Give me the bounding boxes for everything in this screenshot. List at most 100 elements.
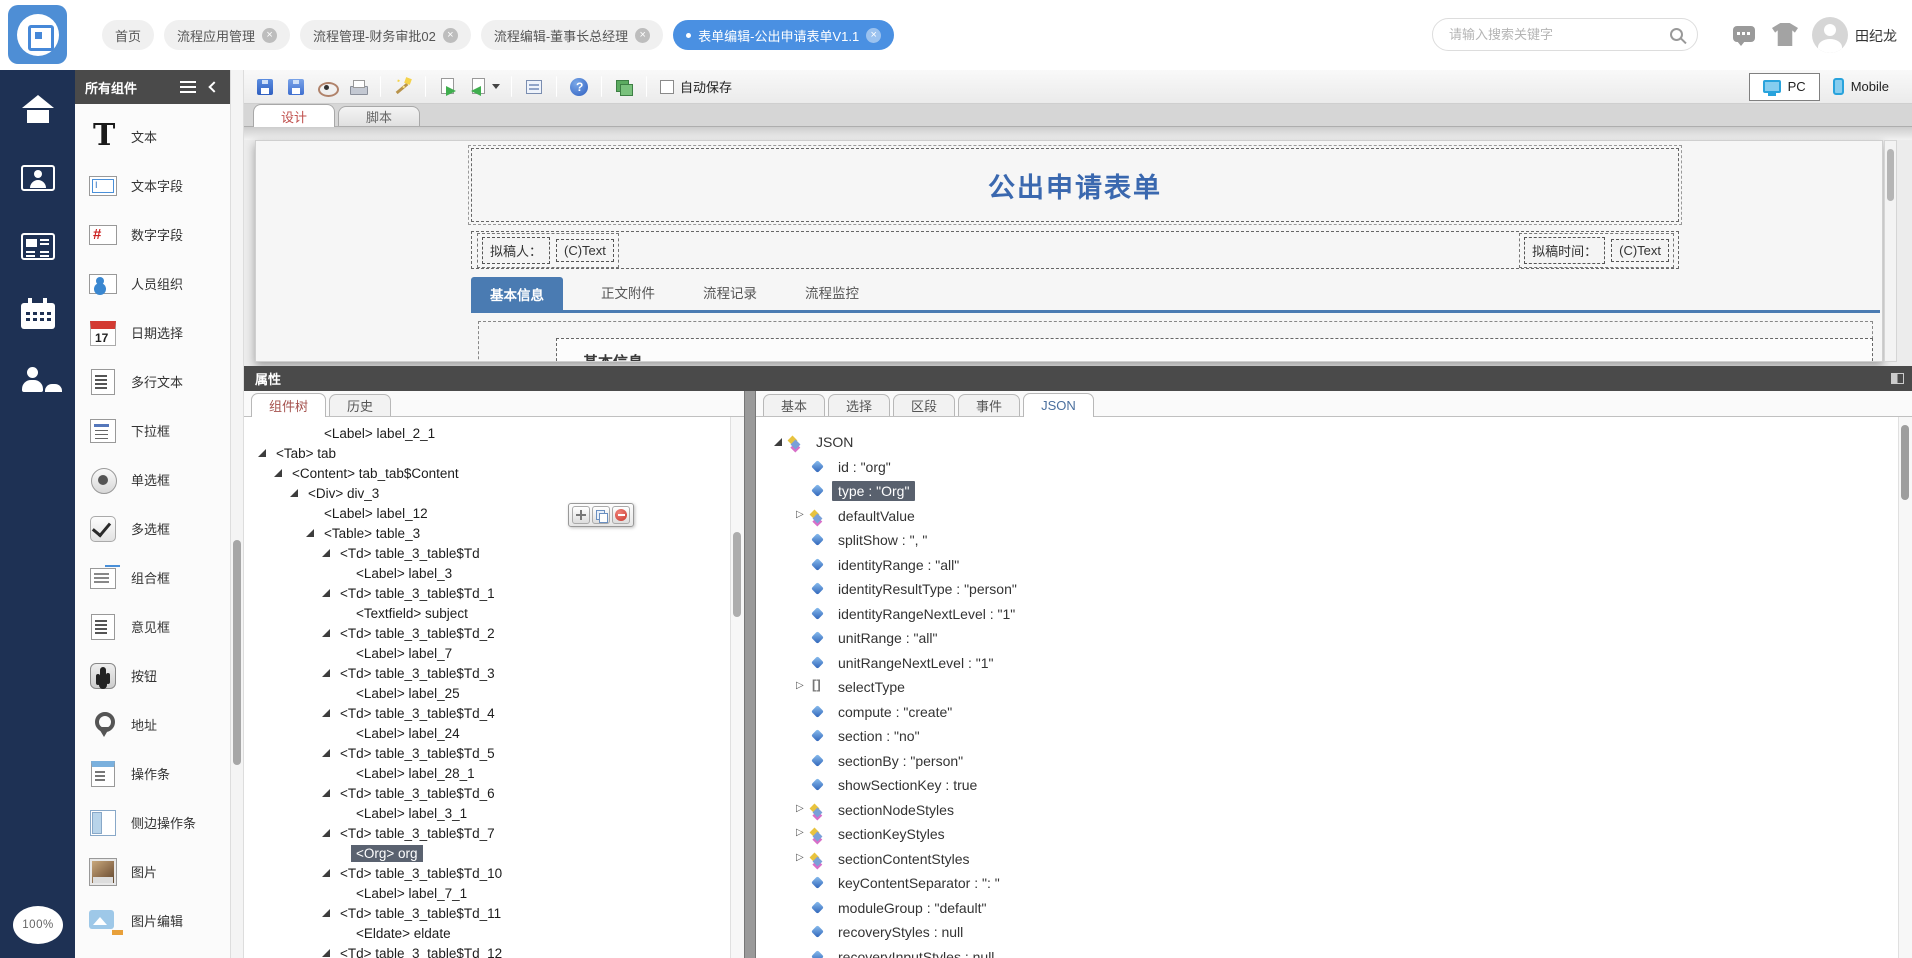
expander-icon[interactable]: [320, 586, 335, 600]
tree-row[interactable]: <Content> tab_tab$Content: [244, 463, 730, 483]
tree-row[interactable]: <Label> label_28_1: [244, 763, 730, 783]
scrollbar-thumb[interactable]: [233, 540, 241, 765]
export-icon[interactable]: [435, 74, 461, 100]
json-row[interactable]: sectionNodeStyles: [756, 798, 1898, 823]
json-row[interactable]: JSON: [756, 430, 1898, 455]
search-input[interactable]: [1447, 26, 1670, 43]
session-tab[interactable]: 流程管理-财务审批02 ×: [300, 20, 471, 50]
expander-icon[interactable]: [794, 803, 809, 817]
tree-row[interactable]: <Td> table_3_table$Td_5: [244, 743, 730, 763]
tree-row[interactable]: <Label> label_2_1: [244, 423, 730, 443]
tree-row[interactable]: <Label> label_12: [244, 503, 730, 523]
tree-row[interactable]: <Table> table_3: [244, 523, 730, 543]
property-tab[interactable]: 选择: [828, 394, 891, 416]
expander-icon[interactable]: [320, 786, 335, 800]
tree-row[interactable]: <Label> label_3_1: [244, 803, 730, 823]
expander-icon[interactable]: [320, 906, 335, 920]
json-row[interactable]: section "no": [756, 724, 1898, 749]
expander-icon[interactable]: [256, 446, 271, 460]
tree-row[interactable]: <Td> table_3_table$Td_12: [244, 943, 730, 958]
json-row[interactable]: splitShow ", ": [756, 528, 1898, 553]
property-tab[interactable]: JSON: [1023, 393, 1094, 417]
json-row[interactable]: recoveryInputStyles null: [756, 945, 1898, 958]
form-meta-region[interactable]: 拟稿人： (C)Text 拟稿时间： (C)Text: [471, 231, 1679, 269]
panel-toggle-icon[interactable]: [1891, 373, 1904, 384]
component-item[interactable]: 单选框: [75, 455, 230, 504]
json-row[interactable]: identityRange "all": [756, 553, 1898, 578]
close-icon[interactable]: ×: [262, 27, 278, 43]
expander-icon[interactable]: [794, 827, 809, 841]
json-row[interactable]: unitRangeNextLevel "1": [756, 651, 1898, 676]
property-tab[interactable]: 基本: [763, 394, 826, 416]
component-item[interactable]: 下拉框: [75, 406, 230, 455]
json-row[interactable]: moduleGroup "default": [756, 896, 1898, 921]
help-icon[interactable]: [566, 74, 592, 100]
tree-row[interactable]: <Td> table_3_table$Td_11: [244, 903, 730, 923]
expander-icon[interactable]: [320, 666, 335, 680]
tree-row[interactable]: <Org> org: [244, 843, 730, 863]
move-icon[interactable]: [572, 506, 590, 524]
import-icon[interactable]: [466, 74, 502, 100]
tree-row[interactable]: <Td> table_3_table$Td: [244, 543, 730, 563]
delete-icon[interactable]: [612, 506, 630, 524]
component-item[interactable]: 图片: [75, 847, 230, 896]
drafter-label[interactable]: 拟稿人：: [482, 236, 551, 264]
json-row[interactable]: showSectionKey true: [756, 773, 1898, 798]
editor-tab[interactable]: 设计: [253, 104, 336, 127]
tree-row[interactable]: <Td> table_3_table$Td_2: [244, 623, 730, 643]
json-row[interactable]: sectionBy "person": [756, 749, 1898, 774]
session-tab[interactable]: 流程应用管理 ×: [164, 20, 291, 50]
form-tab[interactable]: 正文附件: [601, 282, 655, 311]
expander-icon[interactable]: [320, 946, 335, 958]
save-icon[interactable]: [252, 74, 278, 100]
component-item[interactable]: 多行文本: [75, 357, 230, 406]
tree-row[interactable]: <Td> table_3_table$Td_4: [244, 703, 730, 723]
form-sheet[interactable]: 公出申请表单 拟稿人： (C)Text 拟稿时间： (C)Text 基本信息 正…: [255, 140, 1883, 362]
app-logo[interactable]: [8, 5, 67, 64]
close-icon[interactable]: ×: [442, 27, 458, 43]
json-row[interactable]: identityRangeNextLevel "1": [756, 602, 1898, 627]
tree-row[interactable]: <Label> label_25: [244, 683, 730, 703]
expander-icon[interactable]: [320, 546, 335, 560]
drafter-group[interactable]: 拟稿人： (C)Text: [477, 232, 619, 268]
tree-row[interactable]: <Td> table_3_table$Td_1: [244, 583, 730, 603]
home-icon[interactable]: [0, 82, 75, 138]
form-tab[interactable]: 流程记录: [703, 282, 757, 311]
toolbar-separator[interactable]: [425, 76, 426, 97]
tree-row[interactable]: <Td> table_3_table$Td_10: [244, 863, 730, 883]
expander-icon[interactable]: [794, 852, 809, 866]
component-item[interactable]: 多选框: [75, 504, 230, 553]
property-tab[interactable]: 事件: [958, 394, 1021, 416]
user-settings-icon[interactable]: [0, 354, 75, 410]
formlist-icon[interactable]: [521, 74, 547, 100]
meeting-icon[interactable]: [0, 150, 75, 206]
close-icon[interactable]: ×: [635, 27, 651, 43]
expander-icon[interactable]: [272, 466, 287, 480]
tree-row[interactable]: <Label> label_24: [244, 723, 730, 743]
print-icon[interactable]: [345, 74, 371, 100]
pc-view-button[interactable]: PC: [1748, 72, 1820, 101]
component-panel-scrollbar[interactable]: [230, 70, 244, 958]
scrollbar-thumb[interactable]: [1901, 425, 1909, 500]
component-item[interactable]: 组合框: [75, 553, 230, 602]
expander-icon[interactable]: [794, 509, 809, 523]
tree-row[interactable]: <Td> table_3_table$Td_3: [244, 663, 730, 683]
tree-panel-tab[interactable]: 组件树: [251, 393, 327, 417]
tree-row[interactable]: <Label> label_7_1: [244, 883, 730, 903]
copy-icon[interactable]: [611, 74, 637, 100]
collapse-icon[interactable]: [208, 81, 220, 93]
json-row[interactable]: sectionKeyStyles: [756, 822, 1898, 847]
expander-icon[interactable]: [320, 706, 335, 720]
expander-icon[interactable]: [304, 526, 319, 540]
component-item[interactable]: 数字字段: [75, 210, 230, 259]
tree-row[interactable]: <Label> label_7: [244, 643, 730, 663]
json-row[interactable]: keyContentSeparator ": ": [756, 871, 1898, 896]
session-tab[interactable]: 表单编辑-公出申请表单V1.1 ×: [673, 20, 895, 50]
scrollbar-thumb[interactable]: [733, 532, 741, 617]
theme-icon[interactable]: [1772, 23, 1798, 46]
wand-icon[interactable]: [390, 74, 416, 100]
tree-row[interactable]: <Div> div_3: [244, 483, 730, 503]
calendar-icon[interactable]: [0, 286, 75, 342]
json-row[interactable]: unitRange "all": [756, 626, 1898, 651]
preview-icon[interactable]: [314, 74, 340, 100]
